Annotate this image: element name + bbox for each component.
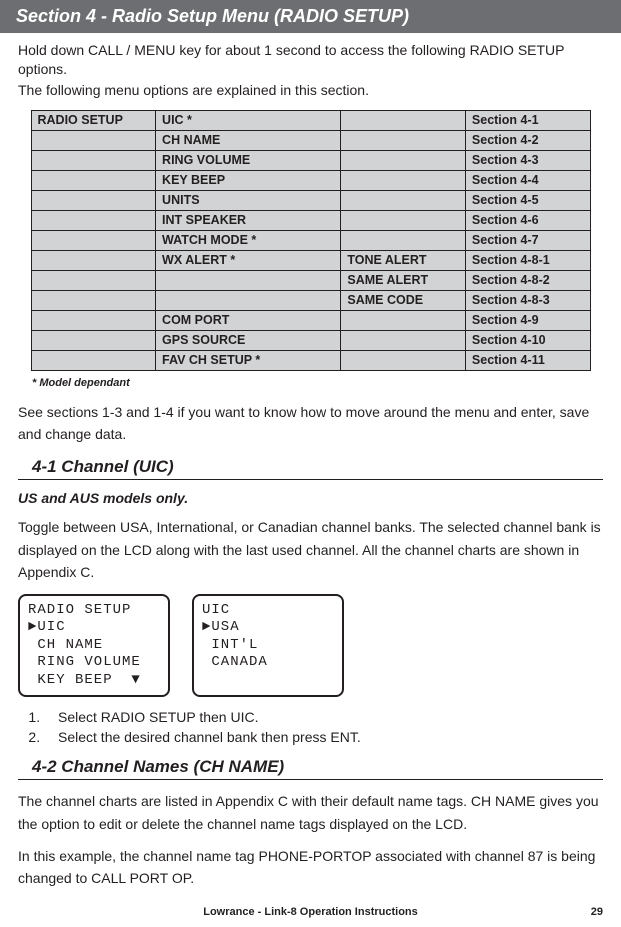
table-row: WX ALERT *TONE ALERTSection 4-8-1	[31, 250, 590, 270]
table-row: CH NAME Section 4-2	[31, 130, 590, 150]
table-cell	[341, 150, 466, 170]
table-cell	[31, 270, 156, 290]
table-cell	[156, 290, 341, 310]
intro-block: Hold down CALL / MENU key for about 1 se…	[18, 41, 603, 100]
table-cell	[341, 110, 466, 130]
table-cell: Section 4-3	[465, 150, 590, 170]
sub41-note: US and AUS models only.	[18, 490, 603, 506]
table-cell: SAME CODE	[341, 290, 466, 310]
table-cell: INT SPEAKER	[156, 210, 341, 230]
table-cell: Section 4-7	[465, 230, 590, 250]
table-cell: WX ALERT *	[156, 250, 341, 270]
table-footnote: * Model dependant	[32, 377, 603, 389]
table-cell	[341, 350, 466, 370]
table-cell	[31, 290, 156, 310]
table-cell: Section 4-9	[465, 310, 590, 330]
table-cell: Section 4-2	[465, 130, 590, 150]
table-cell	[341, 310, 466, 330]
section-header: Section 4 - Radio Setup Menu (RADIO SETU…	[0, 0, 621, 33]
footer-page-number: 29	[591, 906, 603, 918]
table-cell	[156, 270, 341, 290]
table-row: KEY BEEP Section 4-4	[31, 170, 590, 190]
after-table-text: See sections 1-3 and 1-4 if you want to …	[18, 401, 603, 446]
footer-center: Lowrance - Link-8 Operation Instructions	[18, 906, 603, 918]
table-cell	[341, 190, 466, 210]
table-cell: WATCH MODE *	[156, 230, 341, 250]
table-cell	[341, 170, 466, 190]
table-cell	[31, 210, 156, 230]
table-cell	[31, 150, 156, 170]
sub41-text: Toggle between USA, International, or Ca…	[18, 516, 603, 583]
table-cell	[341, 130, 466, 150]
menu-table: RADIO SETUPUIC * Section 4-1 CH NAME Sectio…	[31, 110, 591, 371]
table-cell: COM PORT	[156, 310, 341, 330]
lcd-screen-2: UIC ►USA INT'L CANADA	[192, 594, 344, 698]
table-cell: Section 4-10	[465, 330, 590, 350]
table-cell: Section 4-8-2	[465, 270, 590, 290]
lcd-row: RADIO SETUP ►UIC CH NAME RING VOLUME KEY…	[18, 594, 603, 698]
table-cell: Section 4-8-3	[465, 290, 590, 310]
table-row: FAV CH SETUP * Section 4-11	[31, 350, 590, 370]
sub41-step2: Select the desired channel bank then pre…	[44, 729, 603, 745]
table-cell: UIC *	[156, 110, 341, 130]
sub41-steps: Select RADIO SETUP then UIC. Select the …	[18, 709, 603, 745]
table-cell	[31, 310, 156, 330]
table-cell	[31, 250, 156, 270]
lcd-screen-1: RADIO SETUP ►UIC CH NAME RING VOLUME KEY…	[18, 594, 170, 698]
sub42-p2: In this example, the channel name tag PH…	[18, 845, 603, 890]
table-row: RING VOLUME Section 4-3	[31, 150, 590, 170]
table-cell: GPS SOURCE	[156, 330, 341, 350]
page-footer: Lowrance - Link-8 Operation Instructions…	[18, 902, 603, 926]
table-row: SAME ALERTSection 4-8-2	[31, 270, 590, 290]
intro-p1: Hold down CALL / MENU key for about 1 se…	[18, 41, 603, 79]
table-cell: Section 4-6	[465, 210, 590, 230]
sub42-p1: The channel charts are listed in Appendi…	[18, 790, 603, 835]
table-row: UNITS Section 4-5	[31, 190, 590, 210]
table-cell: Section 4-5	[465, 190, 590, 210]
table-cell: SAME ALERT	[341, 270, 466, 290]
subsection-4-1-header: 4-1 Channel (UIC)	[18, 455, 603, 480]
table-cell	[31, 170, 156, 190]
table-cell: RADIO SETUP	[31, 110, 156, 130]
table-cell: CH NAME	[156, 130, 341, 150]
table-cell	[31, 130, 156, 150]
sub41-step1: Select RADIO SETUP then UIC.	[44, 709, 603, 725]
table-cell	[31, 230, 156, 250]
table-cell	[31, 350, 156, 370]
table-cell: TONE ALERT	[341, 250, 466, 270]
table-cell	[31, 190, 156, 210]
intro-p2: The following menu options are explained…	[18, 81, 603, 100]
table-cell	[31, 330, 156, 350]
table-cell	[341, 230, 466, 250]
table-cell	[341, 210, 466, 230]
table-cell: Section 4-1	[465, 110, 590, 130]
table-row: COM PORT Section 4-9	[31, 310, 590, 330]
table-cell: RING VOLUME	[156, 150, 341, 170]
table-cell	[341, 330, 466, 350]
table-row: GPS SOURCE Section 4-10	[31, 330, 590, 350]
table-row: SAME CODESection 4-8-3	[31, 290, 590, 310]
table-row: INT SPEAKER Section 4-6	[31, 210, 590, 230]
table-cell: KEY BEEP	[156, 170, 341, 190]
table-cell: UNITS	[156, 190, 341, 210]
table-cell: Section 4-11	[465, 350, 590, 370]
table-row: RADIO SETUPUIC * Section 4-1	[31, 110, 590, 130]
table-cell: Section 4-8-1	[465, 250, 590, 270]
table-cell: Section 4-4	[465, 170, 590, 190]
subsection-4-2-header: 4-2 Channel Names (CH NAME)	[18, 755, 603, 780]
table-row: WATCH MODE * Section 4-7	[31, 230, 590, 250]
table-cell: FAV CH SETUP *	[156, 350, 341, 370]
